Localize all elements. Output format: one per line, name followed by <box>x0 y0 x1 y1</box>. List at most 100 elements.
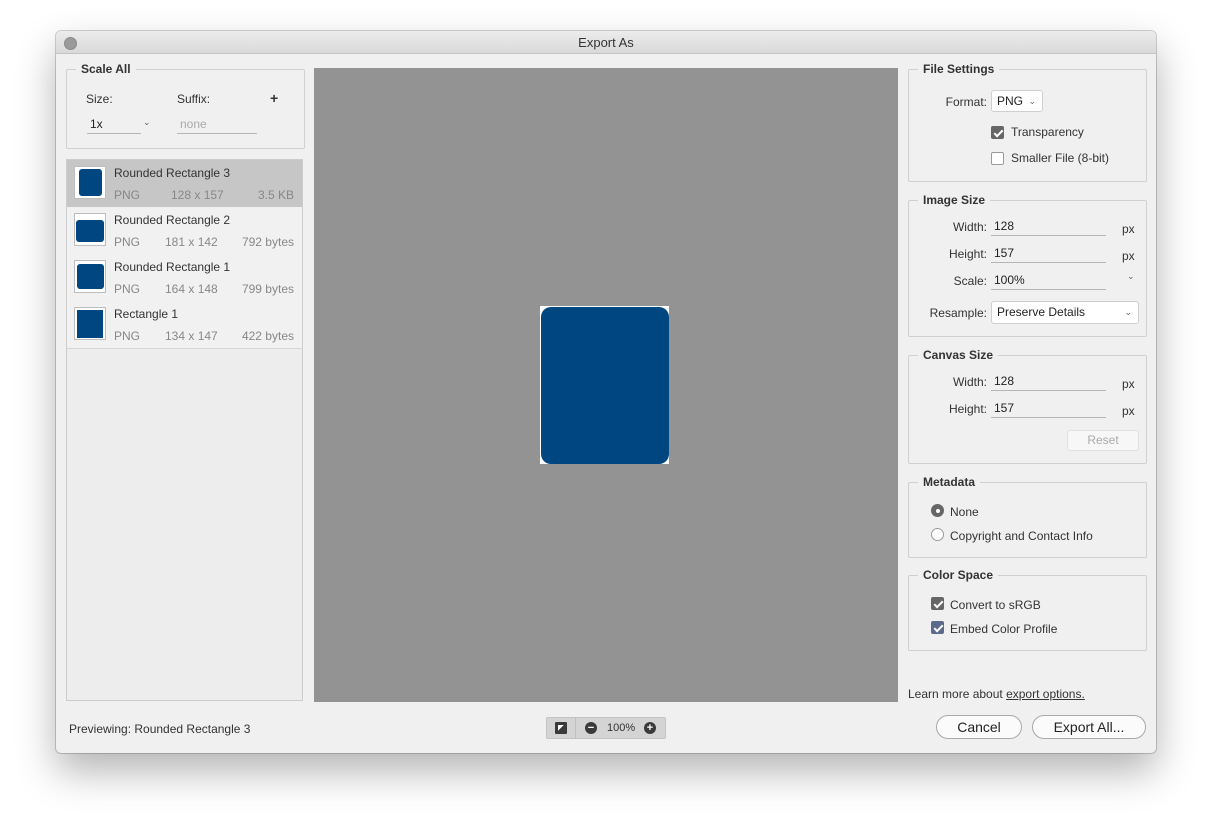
resample-label: Resample: <box>929 306 987 320</box>
image-width-unit: px <box>1122 222 1135 236</box>
scale-value: 100% <box>994 273 1025 287</box>
learn-more-text: Learn more about export options. <box>908 687 1085 701</box>
asset-format: PNG <box>114 188 141 202</box>
metadata-none-radio[interactable] <box>931 504 944 517</box>
export-options-link[interactable]: export options. <box>1006 687 1085 701</box>
asset-format: PNG <box>114 329 141 343</box>
size-label: Size: <box>86 92 113 106</box>
format-value: PNG <box>997 94 1024 108</box>
smaller-file-checkbox[interactable] <box>991 152 1004 165</box>
asset-format: PNG <box>114 282 141 296</box>
canvas-width-input[interactable]: 128 <box>991 374 1106 391</box>
scale-all-group: Scale All Size: Suffix: + 1x ⌄ none <box>66 62 305 149</box>
window-title: Export As <box>578 35 634 50</box>
image-height-unit: px <box>1122 249 1135 263</box>
transparency-label: Transparency <box>1011 125 1084 139</box>
metadata-copyright-radio[interactable] <box>931 528 944 541</box>
reset-button[interactable]: Reset <box>1067 430 1139 451</box>
asset-row-rectangle-1[interactable]: Rectangle 1 PNG 134 x 147 422 bytes <box>67 301 302 349</box>
metadata-title: Metadata <box>918 475 981 489</box>
image-height-label: Height: <box>948 247 987 261</box>
canvas-width-unit: px <box>1122 377 1135 391</box>
metadata-none-label: None <box>950 505 979 519</box>
asset-file-size: 3.5 KB <box>257 188 294 202</box>
zoom-control: − 100% + <box>546 717 666 739</box>
image-width-value: 128 <box>994 219 1015 233</box>
image-size-group: Image Size Width: 128 px Height: 157 px … <box>908 193 1147 337</box>
asset-list: Rounded Rectangle 3 PNG 128 x 157 3.5 KB… <box>66 159 303 701</box>
image-width-label: Width: <box>952 220 987 234</box>
title-bar[interactable]: Export As <box>56 31 1156 54</box>
asset-thumbnail <box>74 307 106 340</box>
smaller-file-label: Smaller File (8-bit) <box>1011 151 1110 165</box>
suffix-placeholder: none <box>180 117 207 131</box>
file-settings-group: File Settings Format: PNG ⌄ Transparency… <box>908 62 1147 182</box>
canvas-height-value: 157 <box>994 401 1015 415</box>
format-chevron-down-icon: ⌄ <box>1028 96 1036 106</box>
convert-srgb-checkbox[interactable] <box>931 597 944 610</box>
asset-format: PNG <box>114 235 141 249</box>
metadata-copyright-label: Copyright and Contact Info <box>950 529 1093 543</box>
canvas-height-unit: px <box>1122 404 1135 418</box>
export-as-dialog: Export As Scale All Size: Suffix: + 1x ⌄… <box>56 31 1156 753</box>
preview-canvas[interactable] <box>314 68 898 702</box>
scale-all-title: Scale All <box>76 62 136 76</box>
export-all-button[interactable]: Export All... <box>1032 715 1146 739</box>
close-window-icon[interactable] <box>64 37 77 50</box>
canvas-height-label: Height: <box>948 402 987 416</box>
asset-row-rounded-rectangle-3[interactable]: Rounded Rectangle 3 PNG 128 x 157 3.5 KB <box>67 160 302 208</box>
size-chevron-down-icon[interactable]: ⌄ <box>143 117 151 128</box>
asset-dimensions: 164 x 148 <box>165 282 218 296</box>
resample-value: Preserve Details <box>997 305 1086 319</box>
size-select-value: 1x <box>90 117 103 131</box>
previewing-label: Previewing: Rounded Rectangle 3 <box>69 722 251 736</box>
asset-thumbnail <box>74 166 106 199</box>
asset-dimensions: 128 x 157 <box>171 188 224 202</box>
learn-more-prefix: Learn more about <box>908 687 1003 701</box>
zoom-out-icon[interactable]: − <box>585 722 597 734</box>
format-select[interactable]: PNG ⌄ <box>991 90 1043 112</box>
asset-file-size: 422 bytes <box>241 329 294 343</box>
add-scale-button[interactable]: + <box>270 90 278 106</box>
canvas-width-label: Width: <box>952 375 987 389</box>
cancel-button[interactable]: Cancel <box>936 715 1022 739</box>
embed-profile-label: Embed Color Profile <box>950 622 1058 636</box>
asset-name: Rectangle 1 <box>114 307 179 321</box>
canvas-height-input[interactable]: 157 <box>991 401 1106 418</box>
preview-artwork <box>541 307 669 464</box>
color-space-title: Color Space <box>918 568 999 582</box>
asset-name: Rounded Rectangle 3 <box>114 166 231 180</box>
scale-label: Scale: <box>953 274 987 288</box>
canvas-width-value: 128 <box>994 374 1015 388</box>
color-space-group: Color Space Convert to sRGB Embed Color … <box>908 568 1147 651</box>
asset-row-rounded-rectangle-1[interactable]: Rounded Rectangle 1 PNG 164 x 148 799 by… <box>67 254 302 302</box>
file-settings-title: File Settings <box>918 62 1000 76</box>
metadata-group: Metadata None Copyright and Contact Info <box>908 475 1147 558</box>
format-label: Format: <box>945 95 987 109</box>
image-size-title: Image Size <box>918 193 991 207</box>
asset-file-size: 792 bytes <box>241 235 294 249</box>
canvas-size-group: Canvas Size Width: 128 px Height: 157 px… <box>908 348 1147 464</box>
canvas-toggle-icon[interactable] <box>555 722 567 734</box>
image-width-input[interactable]: 128 <box>991 219 1106 236</box>
scale-input[interactable]: 100% <box>991 273 1106 290</box>
suffix-label: Suffix: <box>177 92 211 106</box>
zoom-in-icon[interactable]: + <box>644 722 656 734</box>
asset-dimensions: 134 x 147 <box>165 329 218 343</box>
zoom-divider <box>575 718 576 738</box>
transparency-checkbox[interactable] <box>991 126 1004 139</box>
image-height-input[interactable]: 157 <box>991 246 1106 263</box>
asset-row-rounded-rectangle-2[interactable]: Rounded Rectangle 2 PNG 181 x 142 792 by… <box>67 207 302 255</box>
asset-file-size: 799 bytes <box>241 282 294 296</box>
convert-srgb-label: Convert to sRGB <box>950 598 1041 612</box>
canvas-size-title: Canvas Size <box>918 348 999 362</box>
embed-profile-checkbox[interactable] <box>931 621 944 634</box>
scale-chevron-down-icon[interactable]: ⌄ <box>1127 271 1135 282</box>
asset-name: Rounded Rectangle 2 <box>114 213 231 227</box>
asset-thumbnail <box>74 260 106 293</box>
resample-select[interactable]: Preserve Details ⌄ <box>991 301 1139 324</box>
zoom-level: 100% <box>607 722 636 734</box>
asset-dimensions: 181 x 142 <box>165 235 218 249</box>
size-select[interactable]: 1x <box>87 117 141 134</box>
suffix-input[interactable]: none <box>177 117 257 134</box>
